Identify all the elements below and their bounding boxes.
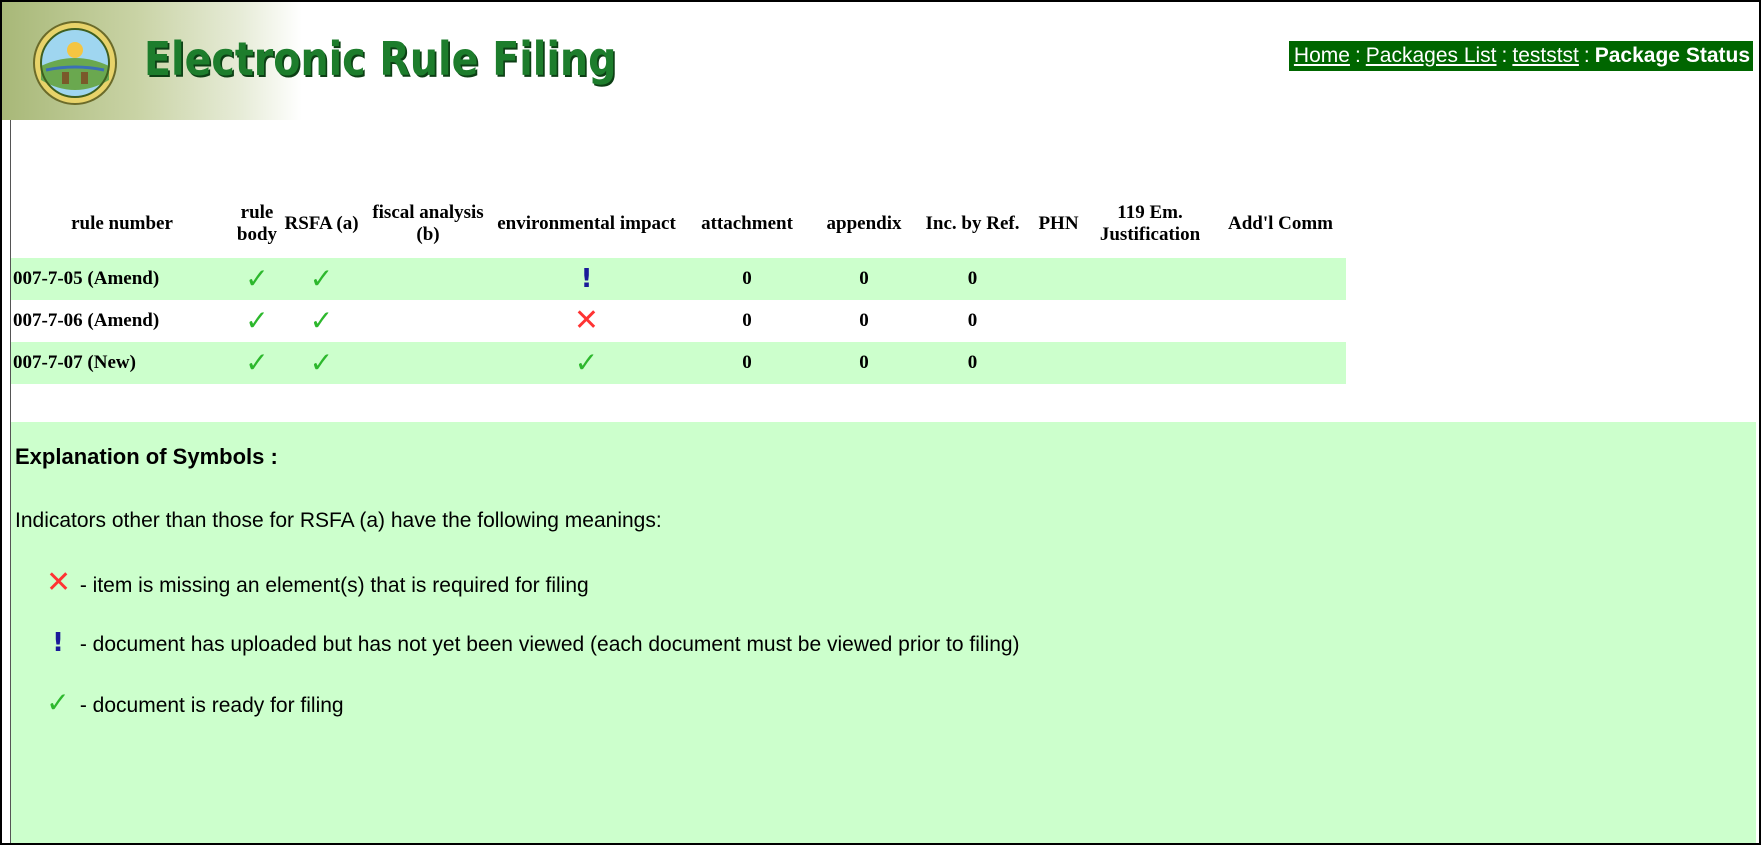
explanation-intro: Indicators other than those for RSFA (a)… (15, 509, 662, 532)
header-phn: PHN (1038, 213, 1079, 234)
legend-text-ready: - document is ready for filing (74, 694, 344, 717)
app-title: Electronic Rule Filing (144, 32, 617, 86)
cell-addl-comm (1215, 258, 1346, 300)
package-status-table: rule number rule body RSFA (a) fiscal an… (11, 190, 1346, 384)
breadcrumb-separator: : (1501, 44, 1508, 67)
cell-rule-body: ✓ (233, 342, 281, 384)
breadcrumb-home-link[interactable]: Home (1294, 44, 1350, 67)
header-rsfa: RSFA (a) (284, 213, 359, 234)
cell-inc-by-ref: 0 (913, 342, 1032, 384)
explanation-title: Explanation of Symbols : (15, 444, 278, 469)
table-row: 007-7-07 (New) ✓ ✓ ✓ 0 0 0 (11, 342, 1346, 384)
check-icon: ✓ (46, 686, 70, 719)
cell-environmental-impact: ✓ (494, 342, 679, 384)
header-environmental-impact: environmental impact (497, 213, 676, 234)
check-icon: ✓ (309, 303, 334, 337)
breadcrumb-current: Package Status (1594, 44, 1750, 67)
table-header-row: rule number rule body RSFA (a) fiscal an… (11, 190, 1346, 258)
cell-phn (1032, 300, 1085, 342)
header-inc-by-ref: Inc. by Ref. (925, 213, 1020, 234)
check-icon: ✓ (574, 345, 599, 379)
table-row: 007-7-06 (Amend) ✓ ✓ ✕ 0 0 0 (11, 300, 1346, 342)
header-addl-comm: Add'l Comm (1227, 213, 1334, 234)
legend-item-ready: ✓ - document is ready for filing (46, 686, 344, 719)
cell-rsfa: ✓ (281, 300, 362, 342)
exclamation-icon: ! (580, 264, 593, 294)
breadcrumb-package-link[interactable]: teststst (1512, 44, 1579, 67)
legend-item-missing: ✕ - item is missing an element(s) that i… (46, 565, 589, 600)
cell-inc-by-ref: 0 (913, 258, 1032, 300)
legend-item-not-viewed: ! - document has uploaded but has not ye… (46, 629, 1020, 657)
cell-appendix: 0 (815, 258, 913, 300)
cross-icon: ✕ (573, 302, 600, 338)
cell-appendix: 0 (815, 342, 913, 384)
cell-environmental-impact: ✕ (494, 300, 679, 342)
legend-text-missing: - item is missing an element(s) that is … (74, 574, 589, 597)
check-icon: ✓ (309, 261, 334, 295)
cell-inc-by-ref: 0 (967, 310, 978, 331)
cell-fiscal-analysis (362, 300, 494, 342)
check-icon: ✓ (245, 345, 269, 379)
cell-addl-comm (1215, 300, 1346, 342)
page-frame: Electronic Rule Filing Home: Packages Lis… (0, 0, 1761, 845)
cell-rsfa: ✓ (281, 342, 362, 384)
cell-rule-number[interactable]: 007-7-05 (Amend) (11, 258, 233, 300)
cell-phn (1032, 258, 1085, 300)
breadcrumb-separator: : (1354, 44, 1361, 67)
breadcrumb-separator: : (1583, 44, 1590, 67)
cell-119-em-justification (1085, 300, 1215, 342)
cell-addl-comm (1215, 342, 1346, 384)
cell-phn (1032, 342, 1085, 384)
cell-rule-body: ✓ (233, 300, 281, 342)
header-appendix: appendix (826, 213, 902, 234)
header-rule-number: rule number (71, 213, 173, 234)
cell-119-em-justification (1085, 342, 1215, 384)
cell-attachment: 0 (679, 258, 815, 300)
header-fiscal-analysis: fiscal analysis (b) (372, 202, 484, 245)
cell-attachment: 0 (742, 310, 752, 331)
check-icon: ✓ (309, 345, 334, 379)
cell-rule-number[interactable]: 007-7-07 (New) (11, 342, 233, 384)
cell-attachment: 0 (679, 342, 815, 384)
cell-fiscal-analysis (362, 342, 494, 384)
cell-environmental-impact: ! (494, 258, 679, 300)
cell-rule-body: ✓ (233, 258, 281, 300)
header-119-em-justification: 119 Em. Justification (1099, 202, 1201, 245)
ohio-seal-logo (33, 21, 117, 105)
legend-text-not-viewed: - document has uploaded but has not yet … (74, 633, 1020, 656)
cell-rsfa: ✓ (281, 258, 362, 300)
cell-fiscal-analysis (362, 258, 494, 300)
table-row: 007-7-05 (Amend) ✓ ✓! 0 0 0 (11, 258, 1346, 300)
breadcrumb-packages-list-link[interactable]: Packages List (1366, 44, 1497, 67)
cell-rule-number[interactable]: 007-7-06 (Amend) (11, 300, 233, 342)
check-icon: ✓ (245, 303, 269, 337)
exclamation-icon: ! (52, 628, 64, 658)
header-rule-body: rule body (236, 202, 278, 245)
check-icon: ✓ (245, 261, 269, 295)
header-attachment: attachment (701, 213, 793, 234)
symbol-explanation-panel: Explanation of Symbols : Indicators othe… (11, 422, 1756, 843)
cell-appendix: 0 (859, 310, 869, 331)
breadcrumb: Home: Packages List: teststst: Package Stat… (1288, 41, 1753, 71)
cross-icon: ✕ (46, 565, 72, 600)
cell-119-em-justification (1085, 258, 1215, 300)
